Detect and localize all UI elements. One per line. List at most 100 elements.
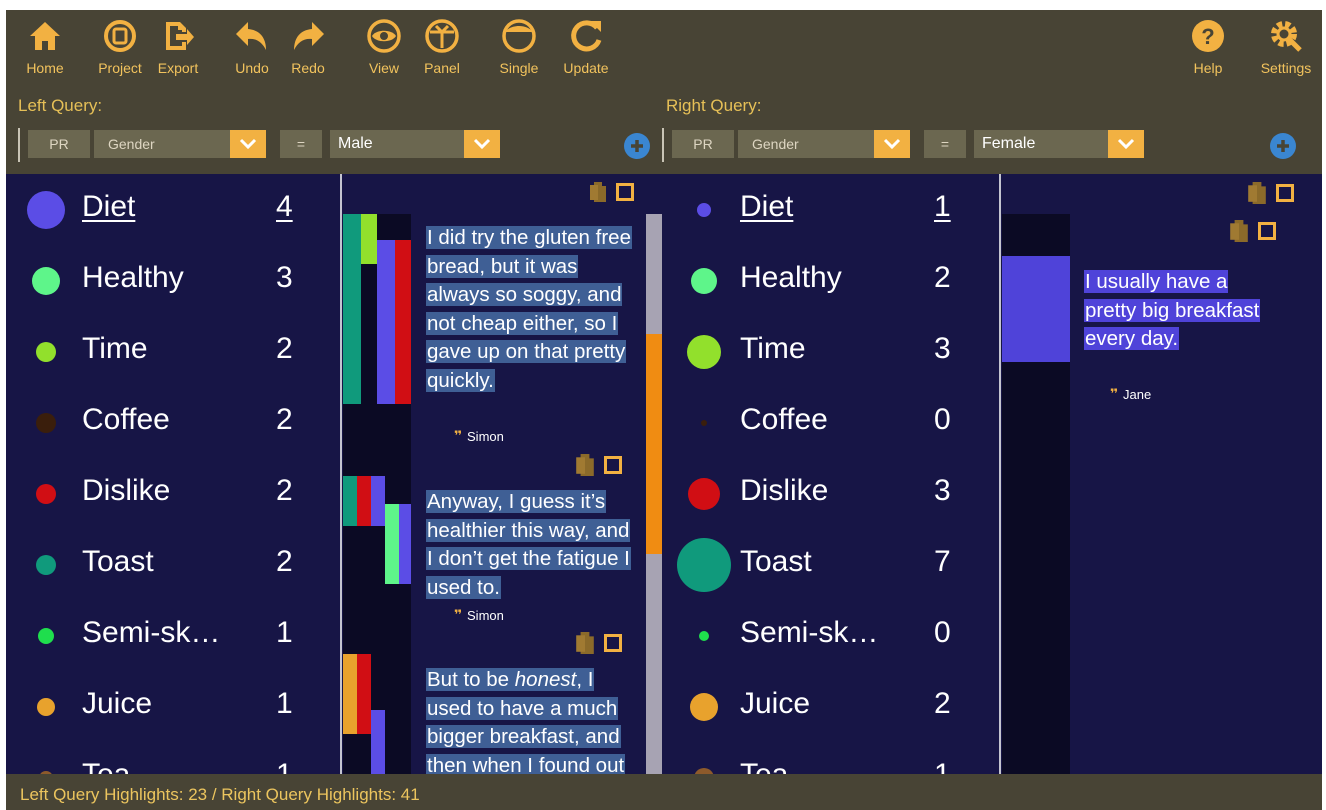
update-button[interactable]: Update (558, 18, 614, 80)
copy-icon[interactable] (588, 182, 608, 202)
panel-button[interactable]: Panel (418, 18, 466, 80)
category-name: Time (740, 332, 806, 365)
category-count: 3 (934, 474, 951, 507)
right-operator[interactable]: = (924, 130, 966, 158)
category-row[interactable]: Semi-sk… 1 (24, 614, 324, 658)
category-row[interactable]: Tea 1 (682, 756, 982, 774)
project-button[interactable]: Project (94, 18, 146, 80)
category-row[interactable]: Toast 7 (677, 538, 982, 592)
category-row[interactable]: Healthy 3 (24, 259, 324, 303)
right-scope-pill[interactable]: PR (672, 130, 734, 158)
category-row[interactable]: Diet 1 (682, 188, 982, 232)
category-count[interactable]: 1 (934, 190, 951, 224)
right-add-condition-button[interactable] (1270, 133, 1296, 159)
right-attribute-dropdown-toggle[interactable] (874, 130, 910, 158)
coding-bar (1002, 256, 1070, 362)
category-name: Dislike (740, 474, 829, 507)
copy-icon[interactable] (574, 632, 596, 654)
coding-bar (385, 504, 399, 584)
category-color-dot (38, 628, 54, 644)
export-button[interactable]: Export (150, 18, 206, 80)
category-row[interactable]: Tea 1 (24, 756, 324, 774)
project-label: Project (98, 60, 142, 76)
select-checkbox[interactable] (616, 183, 634, 201)
right-value-dropdown-toggle[interactable] (1108, 130, 1144, 158)
category-name[interactable]: Diet (740, 190, 793, 224)
left-attribute-select[interactable]: Gender (94, 130, 230, 158)
category-color-dot (36, 413, 56, 433)
export-label: Export (157, 60, 199, 76)
single-button[interactable]: Single (494, 18, 544, 80)
settings-button[interactable]: Settings (1256, 18, 1316, 80)
help-label: Help (1193, 60, 1223, 76)
category-color-dot (27, 191, 65, 229)
project-icon (104, 20, 136, 52)
category-name: Healthy (740, 261, 842, 294)
category-color-dot (36, 555, 56, 575)
left-scope-pill[interactable]: PR (28, 130, 90, 158)
left-value-select[interactable]: Male (330, 130, 466, 158)
category-row[interactable]: Healthy 2 (682, 259, 982, 303)
quote-actions (574, 632, 622, 654)
left-value-dropdown-toggle[interactable] (464, 130, 500, 158)
chevron-down-icon (1117, 138, 1135, 150)
left-attribute-dropdown-toggle[interactable] (230, 130, 266, 158)
select-checkbox[interactable] (1258, 222, 1276, 240)
category-name: Coffee (82, 403, 170, 436)
category-name: Time (82, 332, 148, 365)
quote-speaker: ❜❜ Simon (454, 607, 504, 623)
category-color-dot (37, 698, 55, 716)
left-add-condition-button[interactable] (624, 133, 650, 159)
copy-icon[interactable] (1246, 182, 1268, 204)
view-button[interactable]: View (362, 18, 406, 80)
category-name[interactable]: Diet (82, 190, 135, 224)
category-color-dot (688, 478, 720, 510)
left-quote-2: Anyway, I guess it’s healthier this way,… (426, 488, 640, 602)
left-divider (340, 174, 342, 774)
category-row[interactable]: Juice 1 (24, 685, 324, 729)
category-row[interactable]: Coffee 0 (682, 401, 982, 445)
category-color-dot (32, 267, 60, 295)
category-count: 1 (276, 758, 293, 774)
help-button[interactable]: ? Help (1186, 18, 1230, 80)
left-query-row: PR Gender = Male (18, 128, 658, 162)
select-checkbox[interactable] (1276, 184, 1294, 202)
category-count: 7 (934, 545, 951, 578)
select-checkbox[interactable] (604, 456, 622, 474)
category-color-dot (677, 538, 731, 592)
panel-label: Panel (424, 60, 460, 76)
left-quote-3: But to be honest, I used to have a much … (426, 666, 640, 774)
coding-bar (371, 476, 385, 526)
category-row[interactable]: Time 3 (682, 330, 982, 374)
coding-bar (357, 654, 371, 734)
category-count[interactable]: 4 (276, 190, 293, 224)
redo-button[interactable]: Redo (286, 18, 330, 80)
category-row[interactable]: Diet 4 (24, 188, 324, 232)
category-name: Toast (82, 545, 154, 578)
left-scrollbar-thumb[interactable] (646, 334, 662, 554)
category-row[interactable]: Dislike 3 (682, 472, 982, 516)
category-row[interactable]: Juice 2 (682, 685, 982, 729)
undo-button[interactable]: Undo (230, 18, 274, 80)
home-button[interactable]: Home (20, 18, 70, 80)
left-operator[interactable]: = (280, 130, 322, 158)
right-query-label: Right Query: (666, 96, 762, 115)
copy-icon[interactable] (574, 454, 596, 476)
category-count: 2 (934, 687, 951, 720)
right-attribute-select[interactable]: Gender (738, 130, 874, 158)
category-color-dot (694, 768, 714, 774)
select-checkbox[interactable] (604, 634, 622, 652)
category-row[interactable]: Semi-sk… 0 (682, 614, 982, 658)
coding-bar (399, 504, 411, 584)
category-count: 3 (934, 332, 951, 365)
right-value-select[interactable]: Female (974, 130, 1110, 158)
copy-icon[interactable] (1228, 220, 1250, 242)
category-row[interactable]: Dislike 2 (24, 472, 324, 516)
category-row[interactable]: Toast 2 (24, 543, 324, 587)
category-color-dot (36, 484, 56, 504)
chevron-down-icon (883, 138, 901, 150)
category-row[interactable]: Coffee 2 (24, 401, 324, 445)
category-color-dot (39, 771, 53, 774)
category-row[interactable]: Time 2 (24, 330, 324, 374)
category-color-dot (690, 693, 718, 721)
